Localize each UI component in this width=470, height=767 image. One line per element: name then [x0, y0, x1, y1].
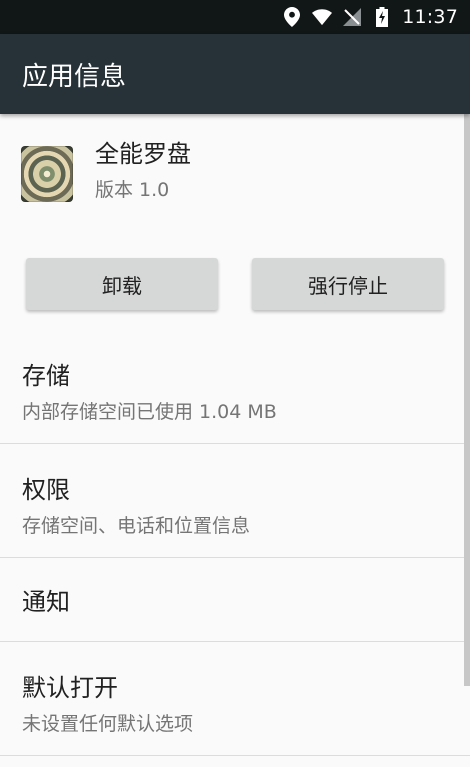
scrollbar[interactable] — [464, 114, 470, 686]
permissions-title: 权限 — [22, 476, 70, 504]
permissions-section[interactable]: 权限 存储空间、电话和位置信息 — [0, 444, 470, 558]
action-buttons: 卸载 强行停止 — [0, 258, 470, 310]
compass-app-icon — [21, 146, 73, 202]
app-header: 全能罗盘 版本 1.0 — [0, 114, 470, 204]
no-signal-icon — [342, 7, 362, 27]
notifications-section[interactable]: 通知 — [0, 558, 470, 642]
storage-subtitle: 内部存储空间已使用 1.04 MB — [22, 401, 277, 423]
force-stop-button[interactable]: 强行停止 — [252, 258, 444, 310]
storage-title: 存储 — [22, 362, 70, 390]
battery-charging-icon — [372, 7, 392, 27]
app-bar: 应用信息 — [0, 34, 470, 114]
open-by-default-subtitle: 未设置任何默认选项 — [22, 713, 194, 735]
storage-section[interactable]: 存储 内部存储空间已使用 1.04 MB — [0, 354, 470, 444]
app-texts: 全能罗盘 版本 1.0 — [95, 134, 191, 202]
permissions-subtitle: 存储空间、电话和位置信息 — [22, 515, 251, 537]
notifications-title: 通知 — [22, 588, 70, 616]
open-by-default-section[interactable]: 默认打开 未设置任何默认选项 — [0, 642, 470, 756]
wifi-icon — [312, 7, 333, 27]
app-info-content: 全能罗盘 版本 1.0 卸载 强行停止 存储 内部存储空间已使用 1.04 MB… — [0, 114, 470, 756]
status-bar: 11:37 — [0, 0, 470, 34]
open-by-default-title: 默认打开 — [22, 674, 118, 702]
app-version: 版本 1.0 — [95, 179, 170, 201]
app-name: 全能罗盘 — [95, 140, 191, 168]
location-icon — [282, 7, 302, 27]
page-title: 应用信息 — [22, 61, 127, 92]
status-time: 11:37 — [402, 6, 458, 28]
uninstall-button[interactable]: 卸载 — [26, 258, 218, 310]
